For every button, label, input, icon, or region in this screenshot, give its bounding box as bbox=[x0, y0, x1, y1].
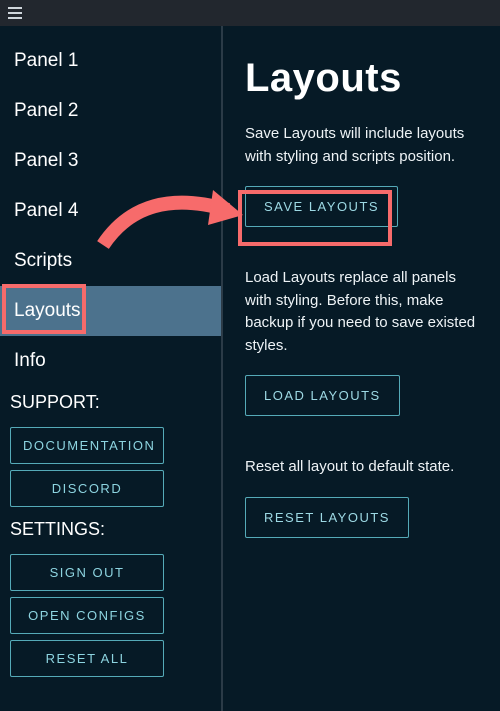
page-title: Layouts bbox=[245, 56, 482, 101]
reset-layouts-button[interactable]: RESET LAYOUTS bbox=[245, 497, 409, 538]
settings-heading: SETTINGS: bbox=[0, 513, 221, 548]
support-heading: SUPPORT: bbox=[0, 386, 221, 421]
hamburger-icon[interactable] bbox=[8, 7, 22, 19]
sign-out-button[interactable]: SIGN OUT bbox=[10, 554, 164, 591]
discord-button[interactable]: DISCORD bbox=[10, 470, 164, 507]
main: Layouts Save Layouts will include layout… bbox=[223, 26, 500, 711]
load-layouts-button[interactable]: LOAD LAYOUTS bbox=[245, 375, 400, 416]
save-description: Save Layouts will include layouts with s… bbox=[245, 123, 482, 168]
sidebar-item-panel-3[interactable]: Panel 3 bbox=[0, 136, 221, 186]
reset-all-button[interactable]: RESET ALL bbox=[10, 640, 164, 677]
sidebar: Panel 1 Panel 2 Panel 3 Panel 4 Scripts … bbox=[0, 26, 223, 711]
load-description: Load Layouts replace all panels with sty… bbox=[245, 267, 482, 357]
sidebar-item-panel-2[interactable]: Panel 2 bbox=[0, 86, 221, 136]
sidebar-item-layouts[interactable]: Layouts bbox=[0, 286, 221, 336]
reset-description: Reset all layout to default state. bbox=[245, 456, 482, 479]
documentation-button[interactable]: DOCUMENTATION bbox=[10, 427, 164, 464]
sidebar-item-info[interactable]: Info bbox=[0, 336, 221, 386]
open-configs-button[interactable]: OPEN CONFIGS bbox=[10, 597, 164, 634]
sidebar-item-scripts[interactable]: Scripts bbox=[0, 236, 221, 286]
sidebar-item-panel-4[interactable]: Panel 4 bbox=[0, 186, 221, 236]
container: Panel 1 Panel 2 Panel 3 Panel 4 Scripts … bbox=[0, 26, 500, 711]
sidebar-item-panel-1[interactable]: Panel 1 bbox=[0, 36, 221, 86]
save-layouts-button[interactable]: SAVE LAYOUTS bbox=[245, 186, 398, 227]
topbar bbox=[0, 0, 500, 26]
